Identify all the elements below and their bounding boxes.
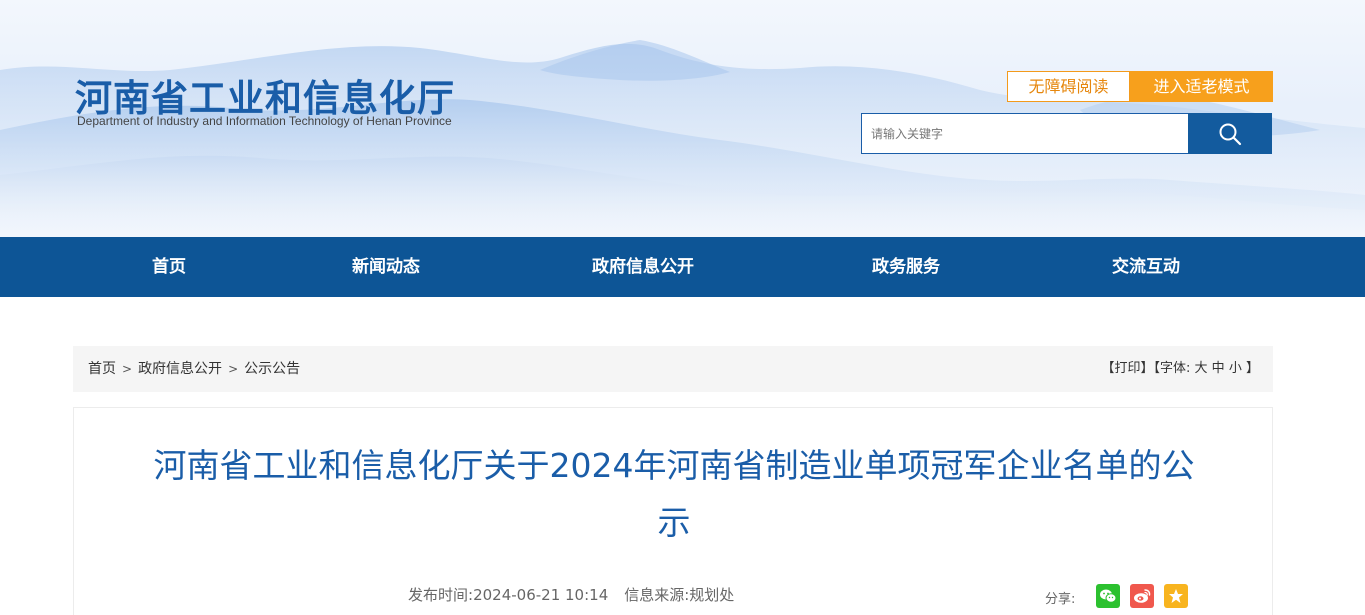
font-large-button[interactable]: 大 — [1195, 361, 1208, 376]
font-small-button[interactable]: 小 — [1229, 361, 1242, 376]
breadcrumb-home[interactable]: 首页 — [88, 361, 116, 377]
search-button[interactable] — [1188, 113, 1272, 154]
accessibility-reading-button[interactable]: 无障碍阅读 — [1007, 71, 1130, 102]
article-source: 规划处 — [689, 586, 735, 604]
article-meta: 发布时间:2024-06-21 10:14 信息来源:规划处 — [408, 584, 734, 605]
print-button[interactable]: 【打印】 — [1101, 361, 1153, 376]
publish-time-label: 发布时间: — [408, 586, 474, 604]
breadcrumb: 首页 > 政府信息公开 > 公示公告 — [88, 346, 300, 392]
weibo-icon — [1134, 589, 1151, 603]
site-logo-subtitle: Department of Industry and Information T… — [77, 114, 452, 128]
nav-item-interaction[interactable]: 交流互动 — [1112, 237, 1180, 297]
nav-item-news[interactable]: 新闻动态 — [352, 237, 420, 297]
breadcrumb-announcements[interactable]: 公示公告 — [244, 361, 300, 377]
search-input[interactable] — [861, 113, 1189, 154]
breadcrumb-separator: > — [122, 362, 133, 376]
article-card: 河南省工业和信息化厅关于2024年河南省制造业单项冠军企业名单的公示 发布时间:… — [73, 407, 1273, 615]
article-title: 河南省工业和信息化厅关于2024年河南省制造业单项冠军企业名单的公示 — [153, 446, 1195, 542]
font-size-suffix: 】 — [1245, 361, 1259, 376]
nav-item-services[interactable]: 政务服务 — [872, 237, 940, 297]
publish-time: 2024-06-21 10:14 — [473, 586, 609, 604]
breadcrumb-separator: > — [228, 362, 239, 376]
share-label: 分享: — [1045, 592, 1076, 607]
font-size-label: 【字体: — [1153, 361, 1191, 376]
favorite-icon — [1169, 589, 1183, 603]
wechat-icon — [1100, 589, 1117, 603]
elder-mode-button[interactable]: 进入适老模式 — [1130, 71, 1273, 102]
weibo-share-button[interactable] — [1130, 584, 1154, 608]
breadcrumb-gov-info[interactable]: 政府信息公开 — [138, 361, 222, 377]
wechat-share-button[interactable] — [1096, 584, 1120, 608]
main-nav: 首页 新闻动态 政府信息公开 政务服务 交流互动 — [0, 237, 1365, 297]
nav-item-home[interactable]: 首页 — [152, 237, 186, 297]
page-tools: 【打印】【字体: 大 中 小 】 — [1101, 346, 1259, 392]
nav-item-gov-info[interactable]: 政府信息公开 — [592, 237, 694, 297]
favorite-share-button[interactable] — [1164, 584, 1188, 608]
source-label: 信息来源: — [624, 586, 690, 604]
search-icon — [1219, 123, 1242, 145]
font-medium-button[interactable]: 中 — [1212, 361, 1225, 376]
site-header: 河南省工业和信息化厅 Department of Industry and In… — [0, 0, 1365, 237]
breadcrumb-bar: 首页 > 政府信息公开 > 公示公告 【打印】【字体: 大 中 小 】 — [73, 346, 1273, 392]
